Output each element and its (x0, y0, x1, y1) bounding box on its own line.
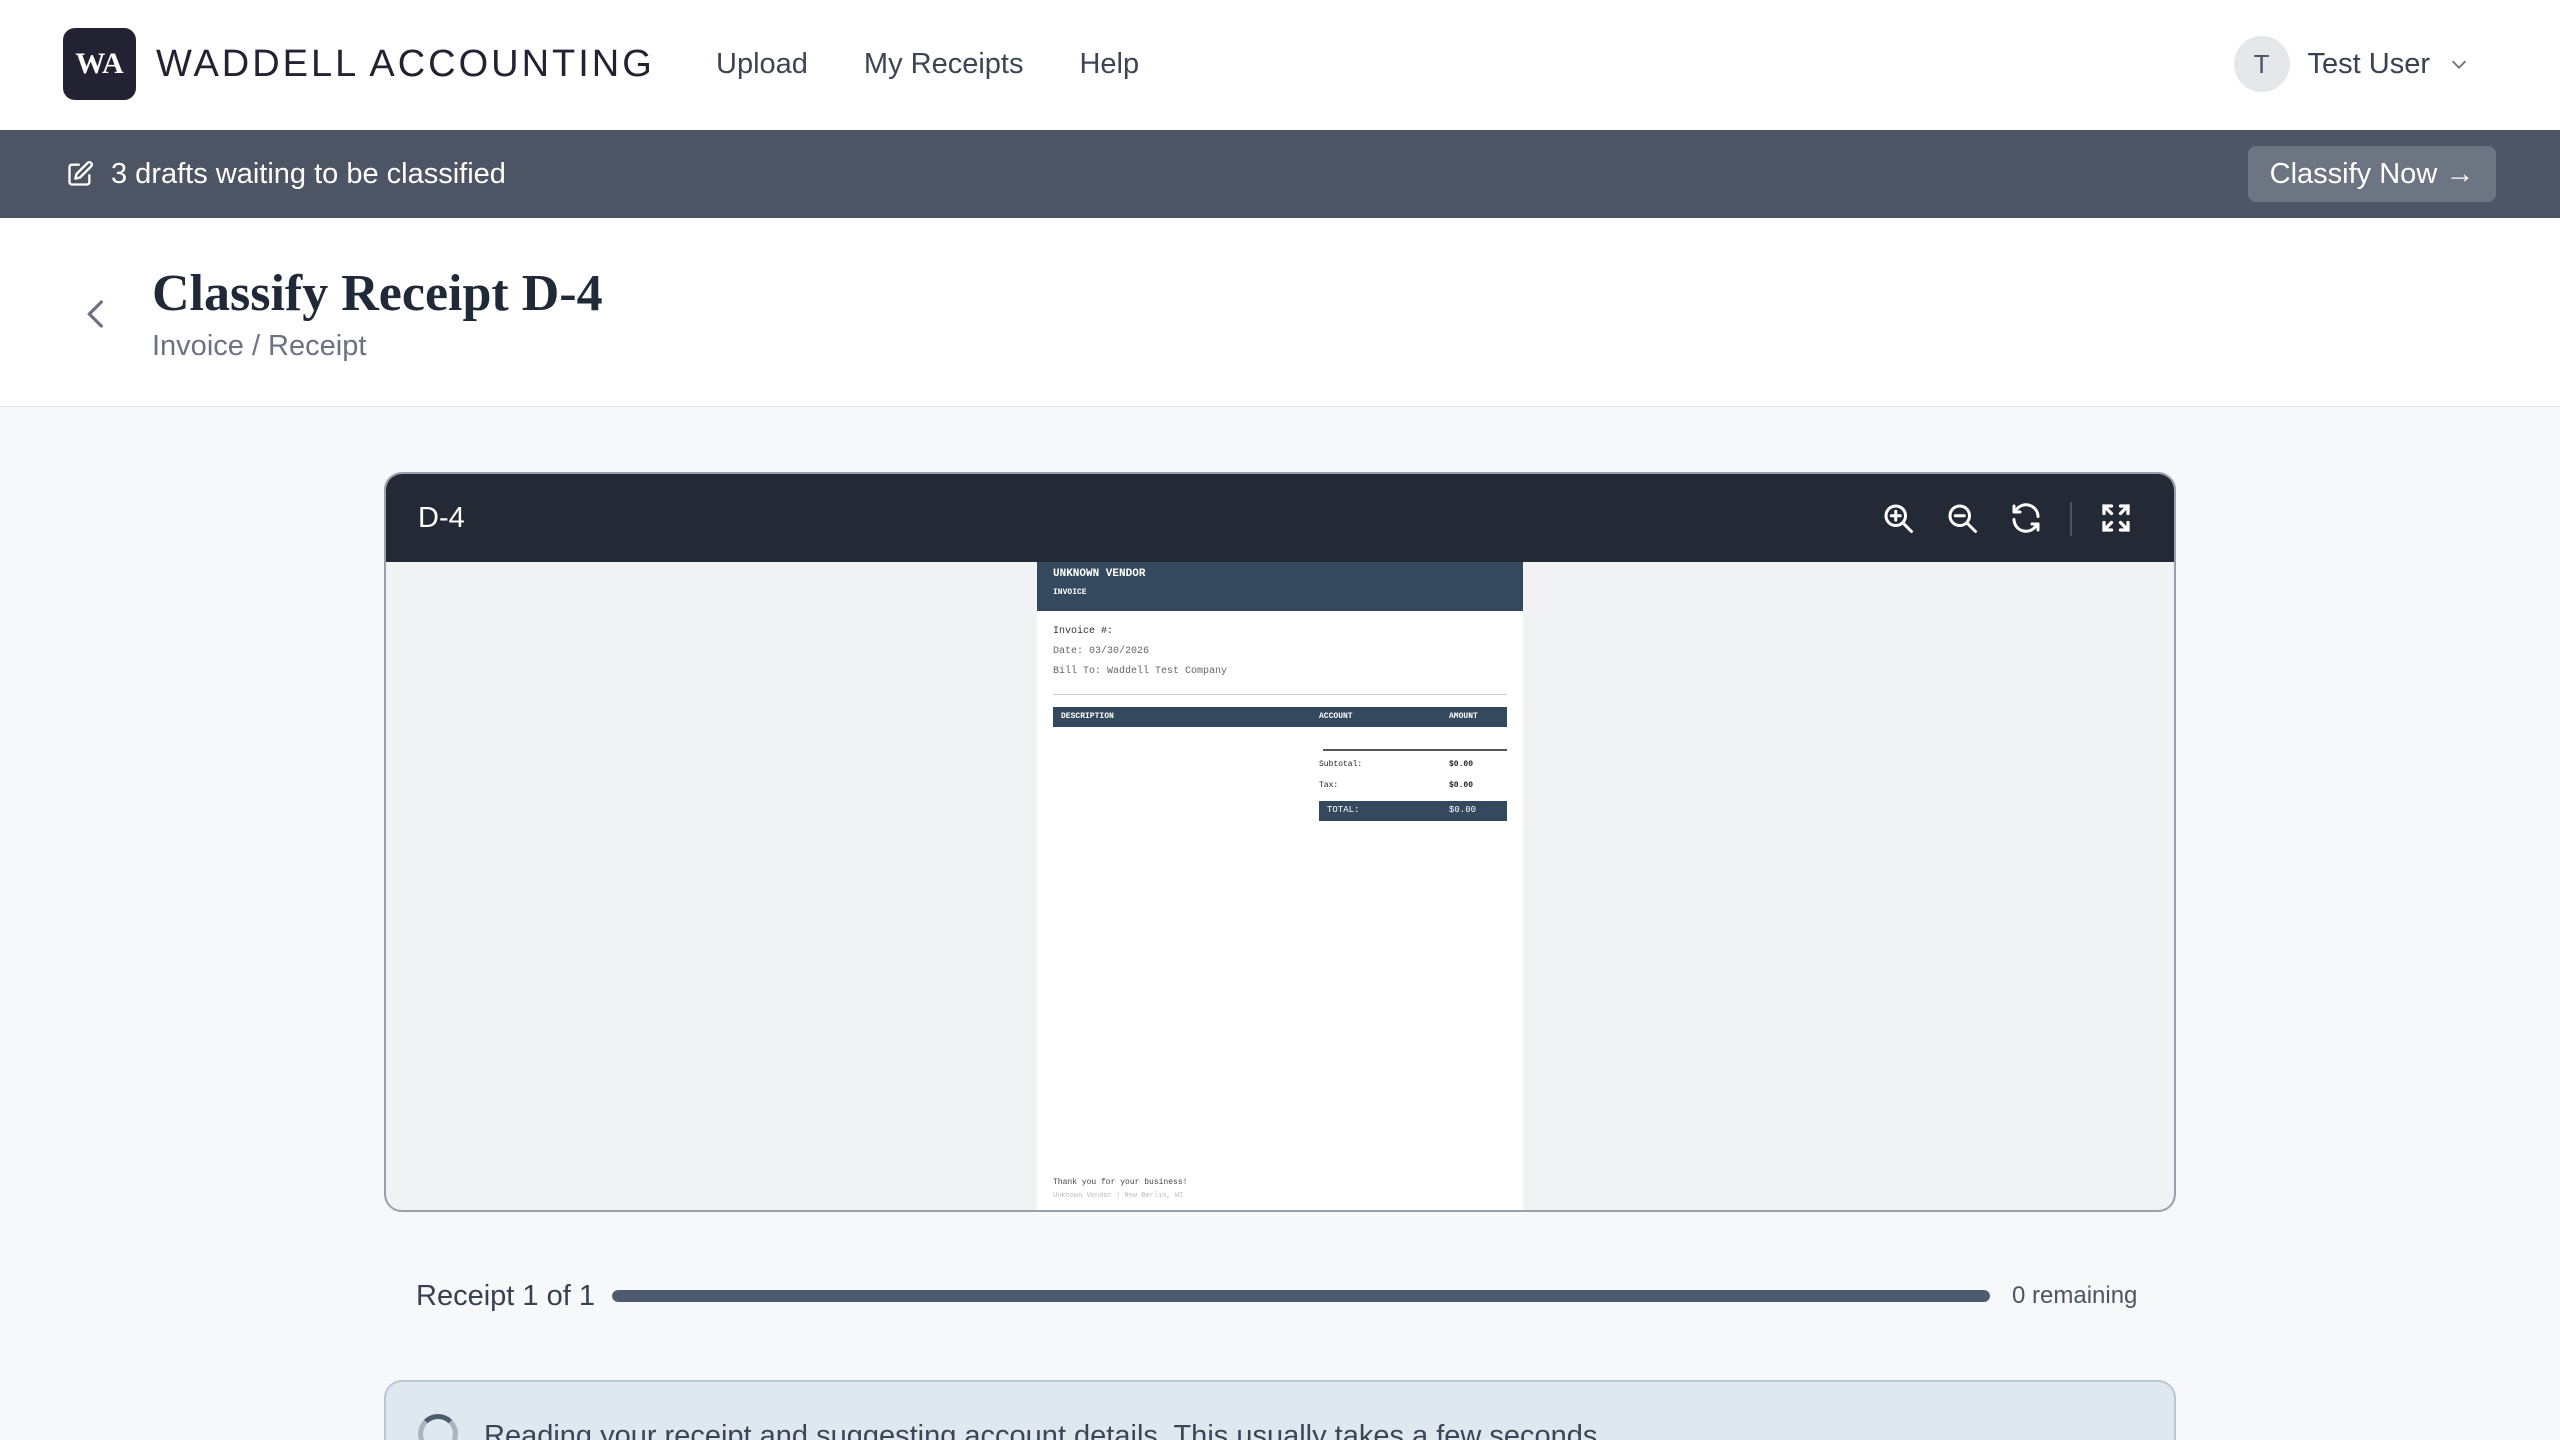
doc-date: Date: 03/30/2026 (1053, 646, 1150, 657)
progress-remaining: 0 remaining (2012, 1282, 2138, 1309)
doc-subtotal-label: Subtotal: (1319, 760, 1363, 769)
doc-col-amount: AMOUNT (1449, 712, 1478, 721)
fullscreen-icon[interactable] (2098, 500, 2134, 536)
main-nav: Upload My Receipts Help (716, 44, 1139, 84)
drafts-banner: 3 drafts waiting to be classified Classi… (0, 130, 2560, 218)
toolbar-divider (2070, 502, 2072, 536)
page-title: Classify Receipt D-4 (152, 265, 603, 322)
loading-spinner-icon (418, 1414, 458, 1440)
doc-footer-sub: Unknown Vendor | New Berlin, WI (1053, 1192, 1184, 1200)
doc-type: INVOICE (1053, 588, 1087, 597)
nav-upload[interactable]: Upload (716, 44, 808, 84)
drafts-banner-text: 3 drafts waiting to be classified (111, 158, 506, 190)
chevron-down-icon (2451, 60, 2467, 69)
edit-icon (68, 161, 93, 186)
page-header: Classify Receipt D-4 Invoice / Receipt (0, 218, 2560, 407)
progress-bar (612, 1290, 1990, 1302)
doc-subtotal-value: $0.00 (1449, 760, 1474, 769)
nav-help[interactable]: Help (1079, 44, 1139, 84)
doc-tax-label: Tax: (1319, 781, 1339, 790)
doc-total-row: TOTAL: $0.00 (1319, 801, 1507, 821)
ai-status-text: Reading your receipt and suggesting acco… (484, 1420, 1606, 1440)
viewer-toolbar: D-4 (386, 474, 2174, 562)
progress-fill (612, 1290, 1990, 1302)
zoom-in-icon[interactable] (1880, 500, 1916, 536)
doc-col-account: ACCOUNT (1319, 712, 1353, 721)
breadcrumb: Invoice / Receipt (152, 330, 367, 362)
receipt-document[interactable]: UNKNOWN VENDOR INVOICE Invoice #: Date: … (1037, 562, 1523, 1210)
doc-footer: Thank you for your business! (1053, 1178, 1188, 1187)
doc-invoice-number: Invoice #: (1053, 626, 1114, 637)
avatar: T (2233, 36, 2290, 92)
doc-vendor: UNKNOWN VENDOR (1053, 568, 1146, 580)
doc-table-header: DESCRIPTION ACCOUNT AMOUNT (1053, 707, 1507, 727)
viewer-title: D-4 (418, 502, 465, 534)
doc-total-value: $0.00 (1449, 805, 1477, 815)
doc-totals-rule (1323, 749, 1507, 751)
brand-name[interactable]: WADDELL ACCOUNTING (156, 42, 655, 86)
classify-now-button[interactable]: Classify Now → (2248, 146, 2496, 202)
progress-label: Receipt 1 of 1 (416, 1280, 595, 1312)
doc-tax-value: $0.00 (1449, 781, 1474, 790)
zoom-out-icon[interactable] (1944, 500, 1980, 536)
doc-divider (1053, 694, 1507, 695)
user-menu[interactable]: T Test User (2233, 36, 2470, 92)
user-name: Test User (2307, 47, 2430, 80)
rotate-icon[interactable] (2008, 500, 2044, 536)
doc-bill-to: Bill To: Waddell Test Company (1053, 666, 1228, 677)
brand-logo[interactable]: WA (63, 28, 136, 100)
back-arrow-icon[interactable] (80, 294, 112, 334)
doc-header: UNKNOWN VENDOR INVOICE (1037, 562, 1523, 611)
ai-status-card: Reading your receipt and suggesting acco… (384, 1380, 2176, 1440)
doc-total-label: TOTAL: (1327, 805, 1360, 815)
top-navbar: WA WADDELL ACCOUNTING Upload My Receipts… (0, 0, 2560, 130)
nav-my-receipts[interactable]: My Receipts (864, 44, 1024, 84)
doc-col-description: DESCRIPTION (1061, 712, 1114, 721)
receipt-viewer: D-4 UNKNOWN VENDOR INVOICE Invoice #: Da… (384, 472, 2176, 1212)
